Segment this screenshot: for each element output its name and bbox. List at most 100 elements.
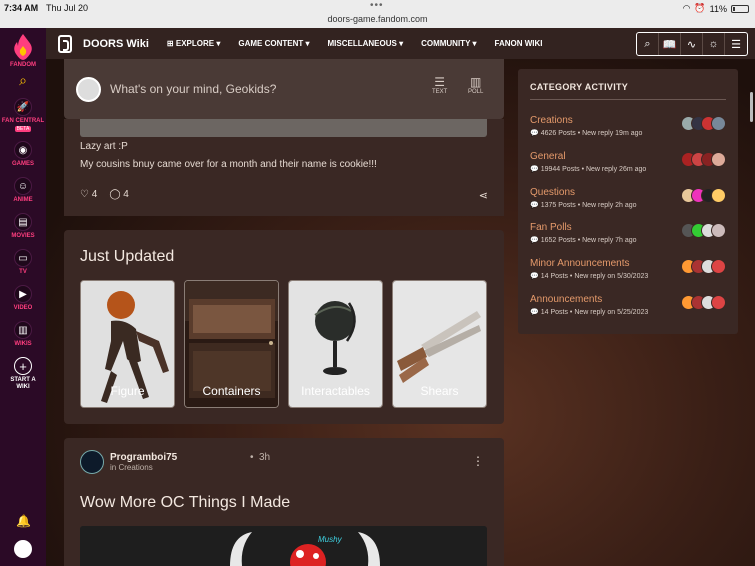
- status-bar: 7:34 AM Thu Jul 20 ••• doors-game.fandom…: [0, 0, 755, 28]
- category-meta: 💬 1375 Posts • New reply 2h ago: [530, 202, 637, 209]
- rail-item-fan-central[interactable]: 🚀 FAN CENTRAL BETA: [2, 98, 44, 132]
- like-button[interactable]: ♡ 4: [80, 189, 97, 200]
- rail-item-label: GAMES: [11, 161, 34, 167]
- plus-icon: +: [14, 357, 32, 375]
- category-row[interactable]: Announcements 💬 14 Posts • New reply on 5…: [530, 294, 726, 324]
- share-icon[interactable]: ⋖: [479, 189, 488, 202]
- rail-item-label: TV: [19, 269, 27, 275]
- menu-explore[interactable]: ⊞ EXPLORE ▾: [167, 39, 220, 48]
- post-count: 4626 Posts: [540, 130, 576, 137]
- battery-percent: 11%: [709, 3, 727, 14]
- separator-dot: •: [250, 452, 254, 463]
- wikis-icon: ▥: [14, 321, 32, 339]
- category-name[interactable]: Creations: [530, 115, 573, 126]
- comment-icon: 💬: [530, 202, 539, 209]
- category-row[interactable]: Minor Announcements 💬 14 Posts • New repl…: [530, 258, 726, 288]
- rail-item-tv[interactable]: ▭ TV: [14, 249, 32, 276]
- more-options-icon[interactable]: ⋮: [472, 454, 484, 468]
- comment-icon: 💬: [530, 237, 539, 244]
- notifications-bell-icon[interactable]: 🔔: [16, 514, 31, 528]
- updated-tile-figure[interactable]: Figure: [80, 280, 175, 408]
- category-activity-panel: CATEGORY ACTIVITY Creations 💬 4626 Posts …: [518, 69, 738, 334]
- fandom-logo-icon[interactable]: [12, 34, 34, 60]
- category-row[interactable]: Creations 💬 4626 Posts • New reply 19m ag…: [530, 115, 726, 145]
- updated-tile-interactables[interactable]: Interactables: [288, 280, 383, 408]
- category-meta: 💬 4626 Posts • New reply 19m ago: [530, 130, 643, 137]
- author-avatar[interactable]: [80, 450, 104, 474]
- like-count: 4: [91, 189, 98, 200]
- rail-item-anime[interactable]: ☺ ANIME: [13, 177, 33, 204]
- book-icon[interactable]: 📖: [659, 33, 681, 55]
- activity-icon[interactable]: ∿: [681, 33, 703, 55]
- last-reply: New reply 19m ago: [582, 130, 643, 137]
- last-reply: New reply on 5/30/2023: [574, 273, 649, 280]
- rail-item-label: START A WIKI: [10, 377, 36, 390]
- tile-caption: Figure: [110, 384, 145, 398]
- rail-item-start-wiki[interactable]: + START A WIKI: [6, 357, 40, 391]
- page-scrollbar[interactable]: [750, 92, 753, 122]
- status-right: ◠ ⏰ 11%: [683, 3, 749, 14]
- category-name[interactable]: Fan Polls: [530, 222, 572, 233]
- tile-caption: Interactables: [301, 384, 370, 398]
- explore-icon: ⊞: [166, 39, 176, 48]
- menu-community[interactable]: COMMUNITY ▾: [421, 39, 476, 48]
- updated-tile-containers[interactable]: Containers: [184, 280, 279, 408]
- menu-fanon-wiki[interactable]: FANON WIKI: [495, 39, 543, 48]
- menu-label: FANON WIKI: [494, 39, 543, 48]
- rail-item-wikis[interactable]: ▥ WIKIS: [14, 321, 32, 348]
- category-prefix: in: [110, 463, 117, 472]
- category-name[interactable]: Minor Announcements: [530, 258, 630, 269]
- post-age: 3h: [259, 452, 271, 463]
- rail-item-video[interactable]: ▶ VIDEO: [14, 285, 32, 312]
- menu-game-content[interactable]: GAME CONTENT ▾: [238, 39, 309, 48]
- post-count: 1652 Posts: [540, 237, 576, 244]
- category-name[interactable]: General: [530, 151, 566, 162]
- updated-tile-shears[interactable]: Shears: [392, 280, 487, 408]
- last-reply: New reply 7h ago: [582, 237, 637, 244]
- category-link[interactable]: Creations: [118, 463, 152, 472]
- doors-wiki-logo-icon[interactable]: [58, 34, 72, 53]
- wifi-icon: ◠: [682, 3, 691, 13]
- rail-search[interactable]: ⌕: [19, 72, 27, 89]
- chevron-down-icon: ▾: [305, 39, 310, 48]
- menu-icon[interactable]: ☰: [725, 33, 747, 55]
- menu-miscellaneous[interactable]: MISCELLANEOUS ▾: [327, 39, 403, 48]
- category-row[interactable]: General 💬 19944 Posts • New reply 26m ago: [530, 151, 726, 181]
- user-avatar[interactable]: [12, 538, 34, 560]
- battery-icon: [731, 4, 749, 13]
- post-category: in Creations: [110, 463, 153, 472]
- post-author[interactable]: Programboi75: [110, 452, 177, 463]
- rail-item-games[interactable]: ◉ GAMES: [12, 141, 34, 168]
- poll-post-button[interactable]: ▥ POLL: [468, 75, 483, 95]
- multitask-dots-icon[interactable]: •••: [370, 0, 384, 11]
- category-name[interactable]: Announcements: [530, 294, 602, 305]
- post-title[interactable]: Wow More OC Things I Made: [80, 494, 290, 512]
- rail-item-movies[interactable]: ▤ MOVIES: [11, 213, 35, 240]
- post-composer[interactable]: What's on your mind, Geokids? ☰ TEXT ▥ P…: [64, 59, 504, 119]
- comment-button[interactable]: ◯ 4: [109, 189, 129, 200]
- post-image[interactable]: [80, 119, 487, 137]
- post-count: 14 Posts: [540, 273, 568, 280]
- category-row[interactable]: Questions 💬 1375 Posts • New reply 2h ago: [530, 187, 726, 217]
- theme-icon[interactable]: ☼: [703, 33, 725, 55]
- comment-icon: ◯: [109, 189, 121, 200]
- post-image[interactable]: Mushy: [80, 526, 487, 566]
- url-bar[interactable]: doors-game.fandom.com: [0, 14, 755, 24]
- beta-badge: BETA: [14, 126, 32, 132]
- search-icon[interactable]: ⌕: [19, 72, 27, 89]
- fandom-brand: FANDOM: [10, 62, 36, 68]
- avatar: [711, 295, 726, 310]
- just-updated-section: Just Updated Figure Containers Interacta…: [64, 230, 504, 424]
- text-post-button[interactable]: ☰ TEXT: [432, 75, 447, 95]
- post-card: Programboi75 • 3h in Creations ⋮ Wow Mor…: [64, 438, 504, 566]
- rocket-icon: 🚀: [14, 98, 32, 116]
- last-reply: New reply 2h ago: [582, 202, 637, 209]
- category-meta: 💬 1652 Posts • New reply 7h ago: [530, 237, 637, 244]
- participant-avatars: [681, 152, 726, 167]
- category-row[interactable]: Fan Polls 💬 1652 Posts • New reply 7h ago: [530, 222, 726, 252]
- search-icon[interactable]: ⌕: [637, 33, 659, 55]
- category-name[interactable]: Questions: [530, 187, 575, 198]
- section-title: Just Updated: [80, 248, 175, 265]
- wiki-name[interactable]: DOORS Wiki: [83, 38, 149, 50]
- composer-input[interactable]: What's on your mind, Geokids?: [110, 82, 276, 96]
